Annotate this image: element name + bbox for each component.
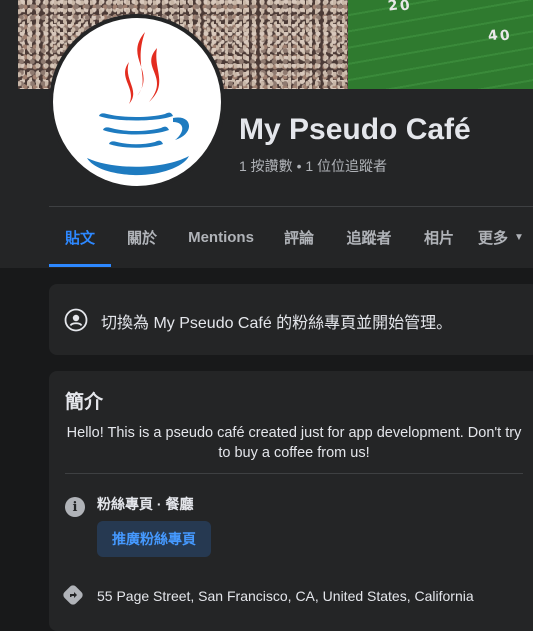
tab-followers[interactable]: 追蹤者 — [329, 207, 409, 267]
tab-label: 追蹤者 — [346, 229, 392, 247]
directions-icon — [61, 583, 85, 607]
tab-reviews[interactable]: 評論 — [269, 207, 329, 267]
tab-posts[interactable]: 貼文 — [49, 207, 111, 267]
tab-label: 關於 — [126, 229, 157, 247]
intro-title: 簡介 — [65, 392, 104, 413]
cover-field: 2 0 4 0 — [348, 0, 533, 89]
tab-about[interactable]: 關於 — [111, 207, 173, 267]
page-category: 粉絲專頁 · 餐廳 — [97, 496, 194, 512]
switch-profile-icon — [64, 308, 88, 332]
tab-label: 評論 — [283, 229, 314, 247]
promote-page-button[interactable]: 推廣粉絲專頁 — [97, 521, 211, 557]
tab-label: Mentions — [188, 228, 254, 246]
caret-down-icon: ▼ — [514, 231, 524, 243]
tab-more[interactable]: 更多 ▼ — [469, 207, 533, 267]
tab-label: 貼文 — [64, 229, 95, 247]
page-title: My Pseudo Café — [239, 113, 471, 146]
profile-avatar[interactable] — [49, 14, 225, 190]
switch-profile-text: 切換為 My Pseudo Café 的粉絲專頁並開始管理。 — [101, 315, 453, 332]
yard-number: 0 — [498, 27, 511, 45]
intro-card: 簡介 Hello! This is a pseudo café created … — [49, 371, 533, 631]
tab-label: 相片 — [423, 229, 454, 247]
page-tabs: 貼文 關於 Mentions 評論 追蹤者 相片 更多 ▼ — [49, 207, 533, 267]
tab-label: 更多 — [478, 229, 509, 247]
info-icon: i — [65, 497, 85, 517]
yard-number: 0 — [398, 0, 411, 15]
divider — [65, 473, 523, 474]
page-header: 2 0 4 0 My Pseudo Café 1 按讚數 • 1 位位追蹤者 貼… — [0, 0, 533, 268]
switch-profile-card[interactable]: 切換為 My Pseudo Café 的粉絲專頁並開始管理。 — [49, 284, 533, 355]
yard-number: 2 — [386, 0, 399, 15]
java-logo-icon — [53, 18, 221, 186]
intro-description: Hello! This is a pseudo café created jus… — [66, 425, 522, 461]
page-address[interactable]: 55 Page Street, San Francisco, CA, Unite… — [97, 588, 474, 604]
tab-mentions[interactable]: Mentions — [173, 207, 269, 267]
yard-number: 4 — [486, 27, 499, 45]
tab-photos[interactable]: 相片 — [409, 207, 469, 267]
page-stats[interactable]: 1 按讚數 • 1 位位追蹤者 — [239, 156, 387, 176]
